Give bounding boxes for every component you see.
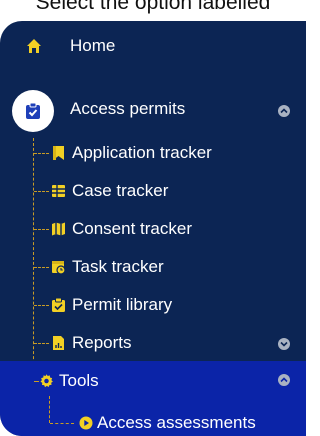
tree-branch xyxy=(34,305,49,306)
clipboard-check-icon xyxy=(52,297,65,312)
nav-item-tools[interactable]: Tools xyxy=(0,364,306,400)
nav-item-access-assessments[interactable]: Access assessments xyxy=(0,406,306,436)
nav-item-label: Application tracker xyxy=(72,143,212,162)
gear-icon xyxy=(40,374,53,388)
nav-item-consent-tracker[interactable]: Consent tracker xyxy=(0,212,306,248)
tree-branch xyxy=(50,423,74,424)
map-icon xyxy=(52,222,65,236)
tree-branch xyxy=(34,229,49,230)
tree-branch xyxy=(34,267,49,268)
report-icon xyxy=(53,336,64,350)
nav-item-case-tracker[interactable]: Case tracker xyxy=(0,174,306,210)
nav-item-label: Reports xyxy=(72,333,132,352)
calendar-clock-icon xyxy=(52,261,66,275)
nav-item-task-tracker[interactable]: Task tracker xyxy=(0,250,306,286)
tree-branch xyxy=(34,191,49,192)
chevron-up-icon[interactable] xyxy=(278,105,290,117)
nav-item-label: Permit library xyxy=(72,295,173,314)
nav-item-label: Access assessments xyxy=(97,413,256,432)
access-permits-icon-circle xyxy=(12,90,54,132)
nav-item-home[interactable]: Home xyxy=(0,27,306,65)
grid-icon xyxy=(52,185,65,197)
nav-item-application-tracker[interactable]: Application tracker xyxy=(0,136,306,172)
sidebar-nav: Home Access permits Application tracker xyxy=(0,21,306,436)
tree-branch xyxy=(34,343,49,344)
chevron-down-icon[interactable] xyxy=(278,338,290,350)
nav-item-home-label: Home xyxy=(70,36,116,55)
nav-item-label: Consent tracker xyxy=(72,219,192,238)
nav-item-label: Case tracker xyxy=(72,181,169,200)
play-circle-icon xyxy=(79,416,93,430)
nav-item-access-permits[interactable]: Access permits xyxy=(0,86,306,138)
nav-item-reports[interactable]: Reports xyxy=(0,326,306,362)
chevron-up-icon[interactable] xyxy=(278,374,290,386)
nav-item-access-permits-label: Access permits xyxy=(70,99,186,118)
home-icon xyxy=(27,39,41,53)
nav-item-label: Task tracker xyxy=(72,257,164,276)
tree-branch xyxy=(34,153,49,154)
bookmark-icon xyxy=(53,146,64,160)
instruction-text: Select the option labelled xyxy=(35,0,271,14)
nav-item-permit-library[interactable]: Permit library xyxy=(0,288,306,324)
clipboard-check-icon xyxy=(26,102,40,119)
nav-item-label: Tools xyxy=(59,371,99,390)
